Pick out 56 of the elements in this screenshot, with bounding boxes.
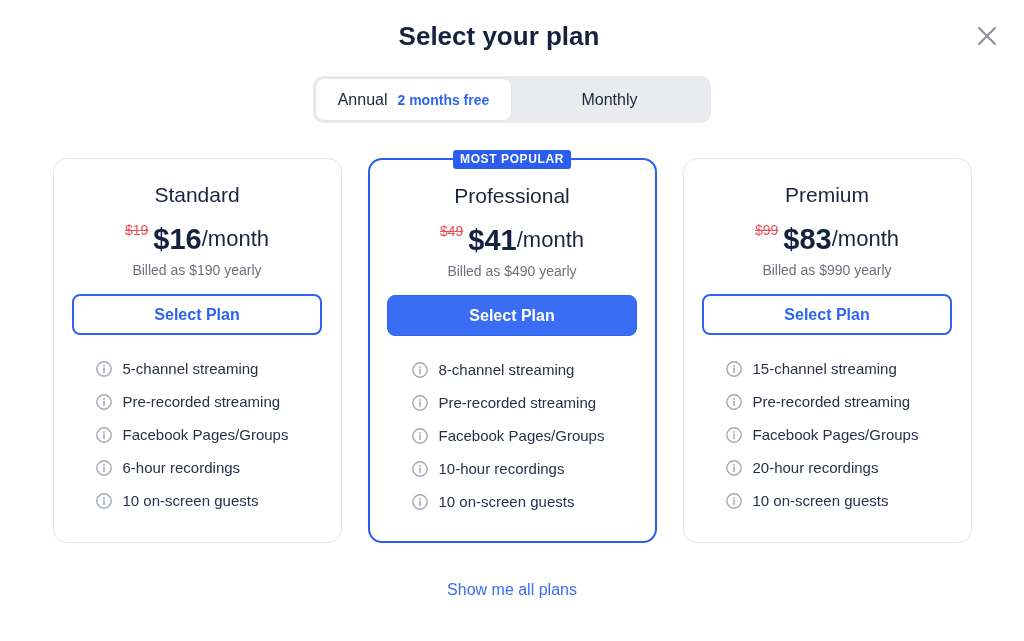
feature-text: 5-channel streaming [122,360,259,377]
feature-text: 10-hour recordings [438,460,565,477]
plan-name: Professional [454,183,570,209]
feature-text: Pre-recorded streaming [752,393,911,410]
feature-text: Pre-recorded streaming [438,394,597,411]
feature-text: Facebook Pages/Groups [438,427,605,444]
info-icon[interactable] [95,426,112,443]
info-icon[interactable] [95,393,112,410]
billing-note: Billed as $190 yearly [132,261,262,279]
info-icon[interactable] [411,361,428,378]
feature-text: 15-channel streaming [752,360,897,377]
show-all-plans-link[interactable]: Show me all plans [447,580,577,600]
feature-text: Pre-recorded streaming [122,393,281,410]
plan-price: $41 [468,223,517,257]
info-icon[interactable] [725,360,742,377]
feature-text: 10 on-screen guests [438,493,575,510]
info-icon[interactable] [411,427,428,444]
feature-text: Facebook Pages/Groups [122,426,289,443]
info-icon[interactable] [411,460,428,477]
info-icon[interactable] [411,493,428,510]
feature-text: Facebook Pages/Groups [752,426,919,443]
feature-text: 8-channel streaming [438,361,575,378]
info-icon[interactable] [725,426,742,443]
info-icon[interactable] [95,360,112,377]
old-price: $19 [125,222,149,238]
plan-name: Premium [785,182,869,208]
select-plan-button[interactable]: Select Plan [702,294,952,335]
info-icon[interactable] [725,393,742,410]
close-icon [978,27,996,45]
info-icon[interactable] [95,492,112,509]
old-price: $49 [440,223,464,239]
plan-price: $83 [783,222,832,256]
billing-note: Billed as $490 yearly [447,262,577,280]
feature-text: 20-hour recordings [752,459,879,476]
billing-tab[interactable]: Monthly [511,79,708,120]
billing-tab[interactable]: Annual 2 months free [316,79,511,120]
price-period: /month [201,225,269,251]
select-plan-button[interactable]: Select Plan [72,294,322,335]
info-icon[interactable] [725,459,742,476]
plan-name: Standard [154,182,240,208]
feature-text: 10 on-screen guests [752,492,889,509]
info-icon[interactable] [411,394,428,411]
popular-badge: MOST POPULAR [453,150,571,169]
price-period: /month [516,226,584,252]
billing-note: Billed as $990 yearly [762,261,892,279]
dialog-title: Select your plan [398,20,600,52]
info-icon[interactable] [725,492,742,509]
select-plan-button[interactable]: Select Plan [387,295,637,336]
feature-text: 10 on-screen guests [122,492,259,509]
old-price: $99 [755,222,779,238]
plan-price: $16 [153,222,202,256]
info-icon[interactable] [95,459,112,476]
feature-text: 6-hour recordings [122,459,241,476]
close-button[interactable] [976,25,998,47]
price-period: /month [831,225,899,251]
discount-label: 2 months free [397,91,490,108]
